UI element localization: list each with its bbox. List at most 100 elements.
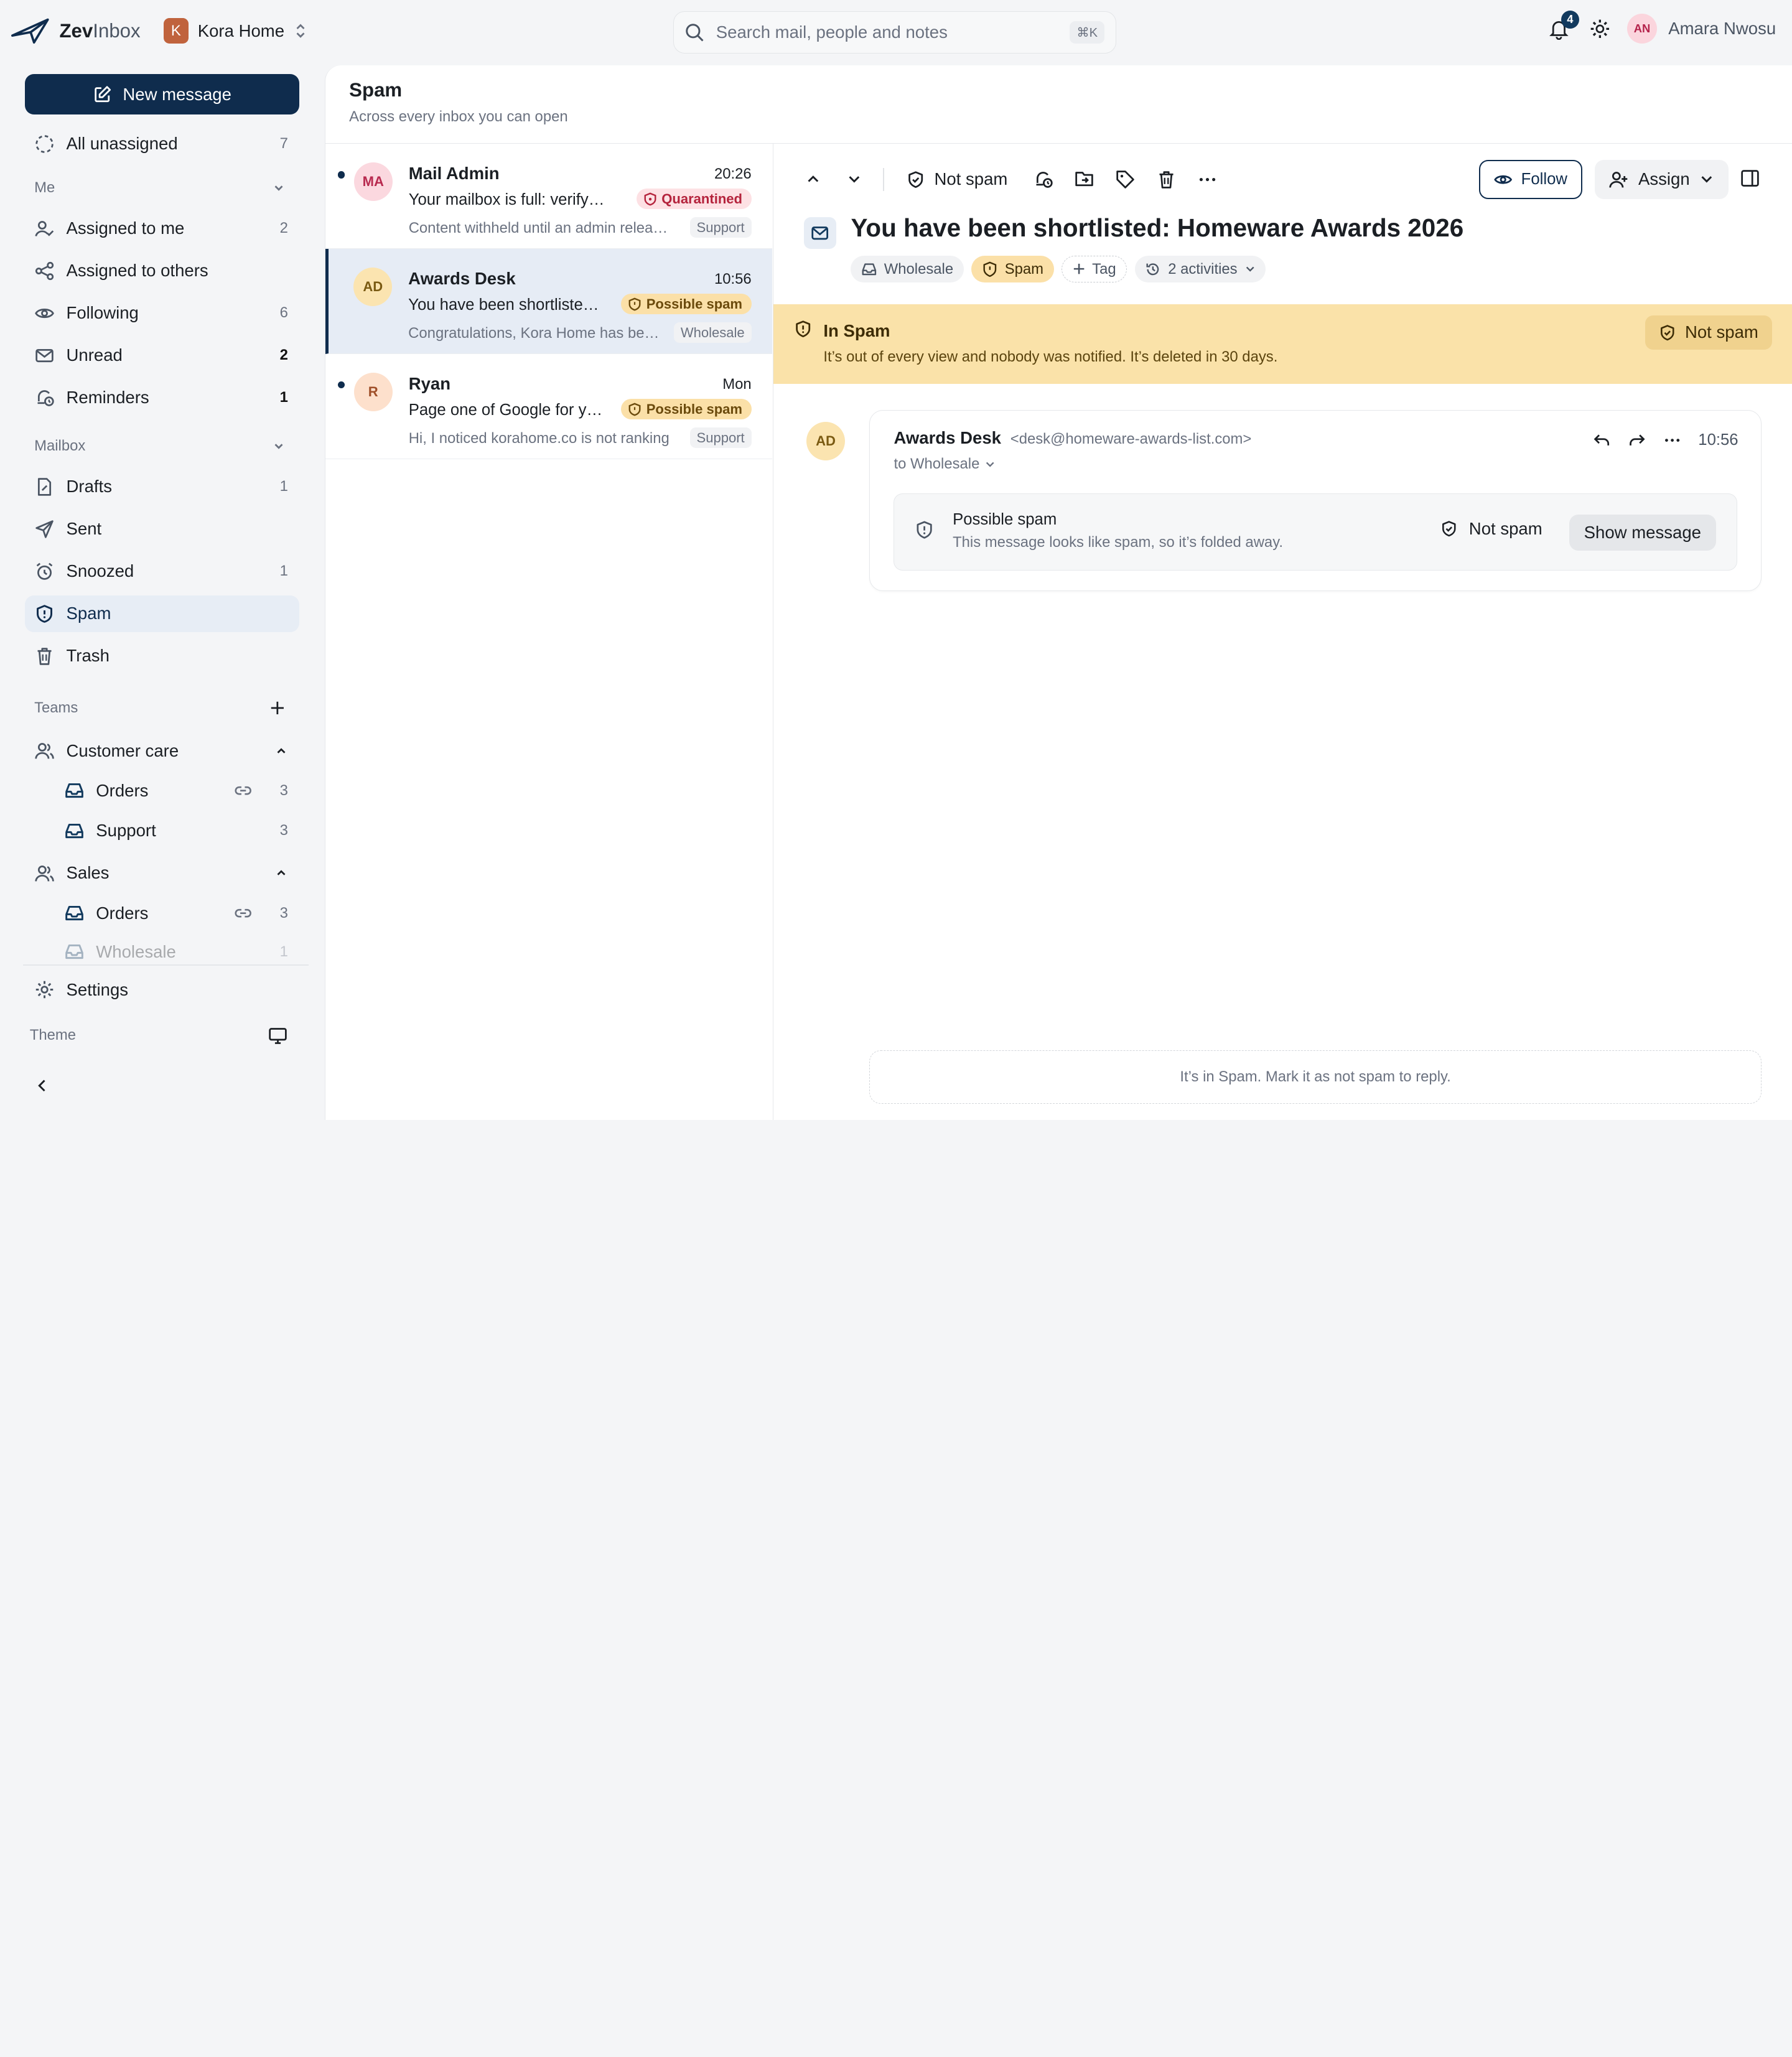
- workspace-switcher[interactable]: K Kora Home: [163, 18, 307, 44]
- chevron-up-icon: [274, 744, 288, 758]
- search-bar[interactable]: Search mail, people and notes ⌘K: [673, 11, 1117, 54]
- user-menu[interactable]: AN Amara Nwosu: [1627, 14, 1776, 44]
- search-shortcut: ⌘K: [1070, 21, 1105, 44]
- chevron-up-icon[interactable]: [801, 164, 826, 195]
- list-item[interactable]: MA Mail Admin 20:26 Your mailbox is full…: [325, 144, 772, 250]
- collapse-sidebar-button[interactable]: [34, 1078, 50, 1094]
- follow-button[interactable]: Follow: [1478, 160, 1582, 199]
- sidebar-inbox-orders[interactable]: Orders 3: [57, 773, 299, 809]
- sidebar-team-sales[interactable]: Sales: [25, 855, 299, 892]
- sidebar-item-label: Customer care: [66, 740, 179, 760]
- inbox-chip[interactable]: Wholesale: [851, 256, 964, 282]
- theme-label: Theme: [29, 1027, 77, 1044]
- user-check-icon: [34, 218, 55, 239]
- sidebar-item-count: 6: [279, 304, 288, 322]
- chevron-left-icon: [34, 1078, 50, 1094]
- app-logo[interactable]: ZevInbox: [11, 16, 141, 46]
- more-icon[interactable]: [1663, 431, 1682, 450]
- avatar: R: [353, 372, 393, 412]
- sidebar-inbox-sales-orders[interactable]: Orders 3: [57, 895, 299, 931]
- sidebar-item-trash[interactable]: Trash: [25, 638, 299, 674]
- chevron-down-icon[interactable]: [842, 164, 867, 195]
- sidebar-item-drafts[interactable]: Drafts 1: [25, 469, 299, 505]
- monitor-icon[interactable]: [268, 1025, 288, 1046]
- link-icon: [234, 904, 252, 922]
- subject: Page one of Google for your store: [408, 401, 605, 419]
- sidebar-item-settings[interactable]: Settings: [25, 971, 299, 1008]
- status-badge: Quarantined: [636, 189, 752, 210]
- sender-name: Mail Admin: [408, 163, 500, 183]
- sidebar-item-spam[interactable]: Spam: [25, 595, 300, 632]
- theme-row: Theme: [30, 1025, 288, 1046]
- sidebar-item-label: Support: [96, 821, 156, 841]
- sidebar-item-all-unassigned[interactable]: All unassigned 7: [25, 126, 299, 162]
- fold-not-spam-button[interactable]: Not spam: [1440, 519, 1542, 539]
- sidebar-team-customer-care[interactable]: Customer care: [25, 732, 299, 769]
- history-icon: [1145, 261, 1161, 278]
- status-badge-label: Possible spam: [646, 296, 743, 312]
- status-badge-label: Possible spam: [646, 401, 743, 417]
- sidebar-item-label: Orders: [96, 903, 149, 923]
- sidebar-item-following[interactable]: Following 6: [25, 295, 299, 332]
- show-message-button[interactable]: Show message: [1569, 514, 1716, 551]
- search-input[interactable]: Search mail, people and notes: [716, 22, 1058, 42]
- status-badge: Possible spam: [621, 294, 752, 315]
- list-item[interactable]: R Ryan Mon Page one of Google for your s…: [325, 354, 772, 460]
- new-message-button[interactable]: New message: [25, 74, 300, 114]
- search-icon: [685, 23, 704, 42]
- sidebar-item-assigned-to-others[interactable]: Assigned to others: [25, 253, 299, 289]
- gear-icon[interactable]: [1589, 17, 1612, 40]
- sidebar-item-label: Assigned to me: [66, 218, 185, 238]
- plus-icon: [1073, 263, 1085, 275]
- updown-chevron-icon: [294, 22, 307, 40]
- conversation-chips: Wholesale Spam Tag 2 activities: [851, 256, 1266, 282]
- main-panel: Spam Across every inbox you can open MA …: [324, 65, 1792, 1120]
- side-panel-toggle[interactable]: [1740, 168, 1760, 189]
- tag-icon[interactable]: [1113, 164, 1137, 195]
- activities-chip[interactable]: 2 activities: [1134, 256, 1266, 282]
- sidebar-item-sent[interactable]: Sent: [25, 511, 299, 548]
- not-spam-button[interactable]: Not spam: [900, 169, 1014, 189]
- plus-icon[interactable]: [269, 700, 286, 716]
- inbox-icon: [64, 780, 85, 801]
- assign-button[interactable]: Assign: [1595, 160, 1729, 199]
- timestamp: 20:26: [714, 166, 752, 183]
- sidebar-item-snoozed[interactable]: Snoozed 1: [25, 553, 299, 590]
- section-me[interactable]: Me: [34, 179, 286, 197]
- sidebar-item-count: 1: [279, 943, 288, 960]
- sidebar-item-assigned-to-me[interactable]: Assigned to me 2: [25, 210, 299, 247]
- sidebar-item-label: All unassigned: [66, 134, 178, 154]
- reply-icon[interactable]: [1592, 431, 1612, 450]
- sidebar-item-count: 7: [279, 135, 288, 152]
- list-item[interactable]: AD Awards Desk 10:56 You have been short…: [325, 249, 772, 355]
- sidebar-item-count: 1: [279, 478, 288, 495]
- section-mailbox[interactable]: Mailbox: [34, 437, 286, 455]
- sidebar-item-count: 3: [279, 904, 288, 921]
- forward-icon[interactable]: [1627, 431, 1646, 450]
- message-sender-email: <desk@homeware-awards-list.com>: [1010, 430, 1252, 447]
- chevron-down-icon: [1699, 171, 1715, 187]
- timestamp: Mon: [722, 376, 752, 393]
- sidebar-item-label: Drafts: [66, 477, 112, 497]
- inbox-tag: Support: [689, 217, 752, 238]
- section-label: Teams: [34, 699, 78, 717]
- sidebar-item-unread[interactable]: Unread 2: [25, 337, 299, 374]
- sidebar-inbox-support[interactable]: Support 3: [57, 813, 299, 849]
- notifications-button[interactable]: 4: [1545, 10, 1580, 42]
- move-to-icon[interactable]: [1071, 164, 1096, 195]
- reminder-icon[interactable]: [1030, 164, 1055, 195]
- sidebar-item-count: 2: [279, 220, 288, 237]
- banner-not-spam-button[interactable]: Not spam: [1645, 315, 1772, 350]
- conversation-type-icon: [804, 217, 836, 250]
- spam-banner: In Spam It’s out of every view and nobod…: [773, 304, 1792, 385]
- preview: Congratulations, Kora Home has been shor…: [408, 324, 662, 342]
- add-tag-button[interactable]: Tag: [1062, 256, 1127, 282]
- trash-icon[interactable]: [1154, 164, 1178, 195]
- inbox-tag: Support: [689, 427, 752, 449]
- shield-check-icon: [907, 170, 925, 189]
- more-icon[interactable]: [1195, 164, 1220, 195]
- activities-label: 2 activities: [1168, 260, 1238, 278]
- alarm-clock-icon: [34, 561, 55, 582]
- message-recipient[interactable]: to Wholesale: [894, 455, 996, 473]
- sidebar-item-reminders[interactable]: Reminders 1: [25, 380, 299, 416]
